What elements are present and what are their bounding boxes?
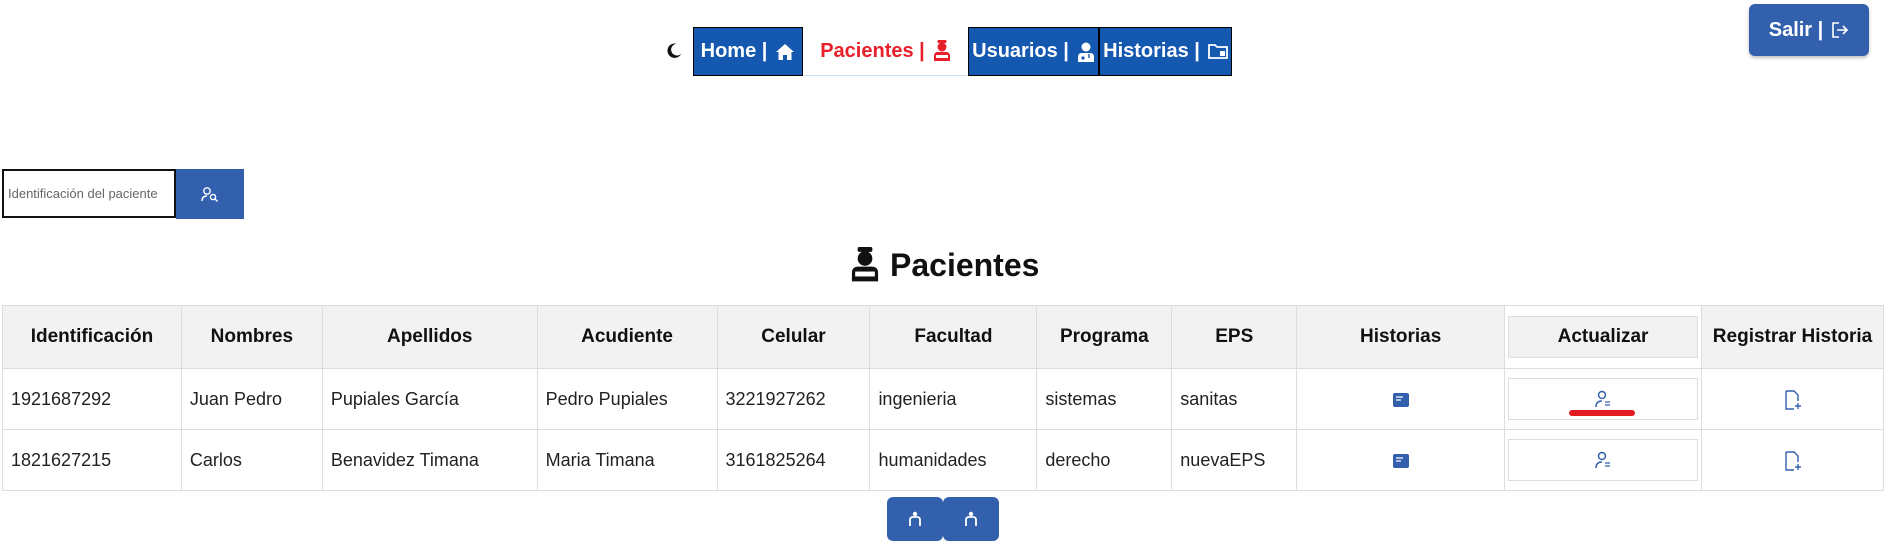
folder-icon — [1207, 44, 1228, 59]
cell-programa: derecho — [1036, 429, 1173, 491]
nav-usuarios[interactable]: Usuarios | — [968, 27, 1099, 76]
cell-facultad: ingenieria — [869, 368, 1038, 430]
table-header-row: Identificación Nombres Apellidos Acudien… — [2, 305, 1884, 369]
header-actualizar: Actualizar — [1504, 305, 1703, 369]
page-title-text: Pacientes — [890, 246, 1040, 283]
logout-label: Salir | — [1768, 18, 1824, 41]
file-plus-icon[interactable] — [1784, 389, 1802, 410]
next-page-button[interactable] — [943, 497, 999, 541]
cell-celular: 3161825264 — [716, 429, 871, 491]
cell-programa: sistemas — [1036, 368, 1173, 430]
search-button[interactable] — [176, 169, 244, 219]
update-button[interactable] — [1508, 378, 1699, 420]
cell-actualizar — [1504, 429, 1703, 491]
patients-table: Identificación Nombres Apellidos Acudien… — [2, 305, 1884, 491]
logout-icon — [1832, 22, 1849, 38]
next-icon — [965, 511, 977, 526]
header-facultad: Facultad — [869, 305, 1038, 369]
header-registrar-historia: Registrar Historia — [1701, 305, 1884, 369]
page-title: Pacientes — [850, 240, 1039, 290]
cell-historias — [1296, 429, 1506, 491]
cell-registrar-historia — [1701, 429, 1884, 491]
cell-apellidos: Benavidez Timana — [321, 429, 538, 491]
cell-identificacion: 1921687292 — [2, 368, 182, 430]
logout-button[interactable]: Salir | — [1749, 4, 1869, 56]
nav-historias[interactable]: Historias | — [1099, 27, 1232, 76]
cell-apellidos: Pupiales García — [321, 368, 538, 430]
user-search-icon — [201, 187, 218, 202]
prev-icon — [909, 511, 921, 526]
prev-page-button[interactable] — [887, 497, 943, 541]
header-celular: Celular — [716, 305, 871, 369]
cell-identificacion: 1821627215 — [2, 429, 182, 491]
nav-home[interactable]: Home | — [693, 27, 803, 76]
header-actualizar-box: Actualizar — [1508, 316, 1699, 358]
file-plus-icon[interactable] — [1784, 450, 1802, 471]
cell-nombres: Carlos — [180, 429, 323, 491]
nav-usuarios-label: Usuarios | — [972, 40, 1069, 62]
moon-icon — [667, 43, 682, 58]
house-icon — [776, 43, 795, 60]
nav-pacientes-label: Pacientes | — [820, 39, 925, 62]
header-identificacion: Identificación — [2, 305, 182, 369]
header-nombres: Nombres — [180, 305, 323, 369]
cell-celular: 3221927262 — [716, 368, 871, 430]
theme-toggle-button[interactable] — [662, 39, 686, 63]
header-acudiente: Acudiente — [536, 305, 718, 369]
search-placeholder: Identificación del paciente — [8, 186, 158, 201]
user-edit-icon — [1595, 451, 1611, 469]
nav-pacientes[interactable]: Pacientes | — [804, 27, 967, 76]
nav-home-label: Home | — [700, 40, 768, 62]
user-edit-icon — [1595, 390, 1611, 408]
cell-actualizar — [1504, 368, 1703, 430]
header-apellidos: Apellidos — [321, 305, 538, 369]
table-row: 1921687292 Juan Pedro Pupiales García Pe… — [2, 368, 1884, 430]
book-icon[interactable] — [1392, 453, 1410, 469]
cell-historias — [1296, 368, 1506, 430]
cell-acudiente: Pedro Pupiales — [536, 368, 718, 430]
cell-eps: sanitas — [1171, 368, 1298, 430]
patient-icon — [851, 247, 879, 282]
header-eps: EPS — [1171, 305, 1298, 369]
cell-eps: nuevaEPS — [1171, 429, 1298, 491]
highlight-underline — [1569, 410, 1636, 416]
cell-nombres: Juan Pedro — [180, 368, 323, 430]
nav-historias-label: Historias | — [1103, 40, 1200, 62]
patient-icon — [933, 40, 950, 61]
cell-acudiente: Maria Timana — [536, 429, 718, 491]
book-icon[interactable] — [1392, 392, 1410, 408]
doctor-icon — [1077, 42, 1094, 62]
table-row: 1821627215 Carlos Benavidez Timana Maria… — [2, 429, 1884, 491]
header-actualizar-label: Actualizar — [1557, 326, 1649, 347]
cell-facultad: humanidades — [869, 429, 1038, 491]
search-input[interactable]: Identificación del paciente — [2, 169, 176, 218]
update-button[interactable] — [1508, 439, 1699, 481]
header-programa: Programa — [1036, 305, 1173, 369]
header-historias: Historias — [1296, 305, 1506, 369]
cell-registrar-historia — [1701, 368, 1884, 430]
